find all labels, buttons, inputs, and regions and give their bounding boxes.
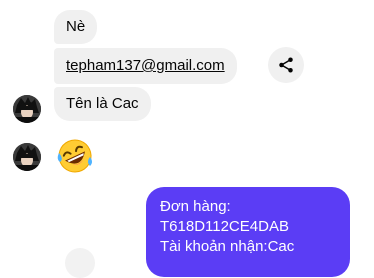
email-link[interactable]: tepham137@gmail.com [66,56,225,76]
reaction-placeholder [65,248,95,278]
share-button[interactable] [268,47,304,83]
share-icon [279,57,293,73]
outgoing-message-bubble[interactable]: Đơn hàng: T618D112CE4DAB Tài khoản nhận:… [146,187,350,277]
avatar-icon [13,95,41,123]
avatar-icon [13,143,41,171]
message-line: Đơn hàng: [160,198,231,215]
message-line: T618D112CE4DAB [160,218,289,235]
message-text: Nè [66,18,86,35]
laughing-emoji-message[interactable] [56,137,94,175]
message-text: Tên là Cac [66,95,139,112]
avatar[interactable] [13,143,41,171]
message-bubble-ne[interactable]: Nè [54,10,98,44]
message-bubble-name[interactable]: Tên là Cac [54,87,151,121]
avatar[interactable] [13,95,41,123]
rolling-on-floor-laughing-icon [57,139,92,173]
message-bubble-email[interactable]: tepham137@gmail.com [54,48,237,84]
message-line: Tài khoản nhận:Cac [160,238,295,255]
